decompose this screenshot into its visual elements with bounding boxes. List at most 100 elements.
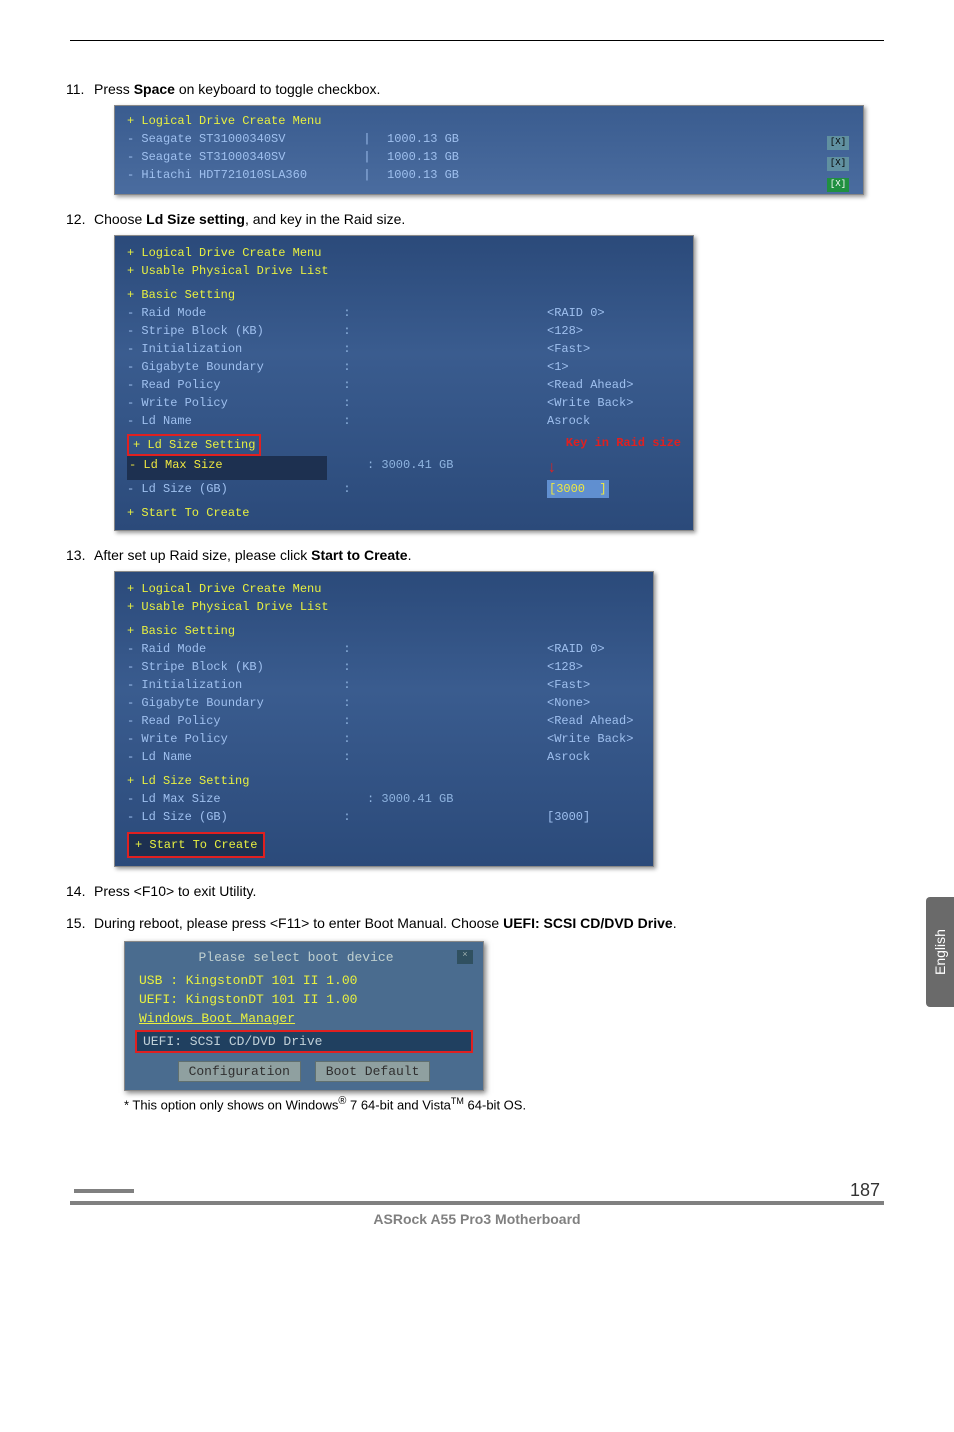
field-label: - Ld Size (GB) — [127, 808, 327, 826]
step-text: During reboot, please press <F11> to ent… — [94, 915, 677, 931]
colon: : — [327, 658, 367, 676]
step-text: Press <F10> to exit Utility. — [94, 883, 256, 899]
field-label: - Gigabyte Boundary — [127, 694, 327, 712]
field-label: - Initialization — [127, 676, 327, 694]
drive-size: 1000.13 GB — [387, 148, 517, 166]
ldsize-highlight: + Ld Size Setting — [127, 434, 261, 456]
checkbox-icon: [X] — [827, 136, 849, 150]
text: 64-bit OS. — [464, 1097, 526, 1112]
basic-title: + Basic Setting — [127, 622, 641, 640]
sep: | — [347, 166, 387, 184]
input-value: [3000 ] — [547, 480, 609, 498]
field-value: <128> — [547, 658, 583, 676]
configuration-button: Configuration — [178, 1061, 301, 1082]
boot-item: UEFI: KingstonDT 101 II 1.00 — [135, 990, 473, 1009]
footnote: * This option only shows on Windows® 7 6… — [124, 1095, 884, 1112]
field-value: <Read Ahead> — [547, 376, 633, 394]
field-label: - Raid Mode — [127, 640, 327, 658]
field-label: - Gigabyte Boundary — [127, 358, 327, 376]
bios-title: + Logical Drive Create Menu — [127, 112, 851, 130]
step-num: 14. — [66, 883, 85, 899]
colon: : — [327, 340, 367, 358]
sep: | — [347, 148, 387, 166]
field-label: - Raid Mode — [127, 304, 327, 322]
boot-item: USB : KingstonDT 101 II 1.00 — [135, 971, 473, 990]
colon: : — [327, 394, 367, 412]
step-num: 13. — [66, 547, 85, 563]
sep: | — [347, 130, 387, 148]
field-label: - Stripe Block (KB) — [127, 658, 327, 676]
drive-size: 1000.13 GB — [387, 130, 517, 148]
bios-screenshot-12: + Logical Drive Create Menu + Usable Phy… — [114, 235, 694, 531]
step-num: 15. — [66, 915, 85, 931]
field-label: - Read Policy — [127, 376, 327, 394]
field-label: - Write Policy — [127, 730, 327, 748]
field-value: <Read Ahead> — [547, 712, 633, 730]
boot-item-selected: UEFI: SCSI CD/DVD Drive — [135, 1030, 473, 1053]
field-value: <Write Back> — [547, 730, 633, 748]
colon: : — [327, 808, 367, 826]
colon: : — [327, 322, 367, 340]
drive-name: - Seagate ST31000340SV — [127, 130, 347, 148]
footer-title-text: ASRock A55 Pro3 Motherboard — [70, 1205, 884, 1227]
text-bold: Start to Create — [311, 547, 407, 563]
colon: : — [327, 694, 367, 712]
bios-sub: + Usable Physical Drive List — [127, 262, 681, 280]
start-create-highlight: + Start To Create — [127, 832, 265, 858]
field-value: <Fast> — [547, 676, 590, 694]
text: During reboot, please press <F11> to ent… — [94, 915, 503, 931]
title-text: Please select boot device — [198, 950, 393, 965]
text-bold: Space — [134, 81, 175, 97]
basic-title: + Basic Setting — [127, 286, 681, 304]
step-text: Choose Ld Size setting, and key in the R… — [94, 211, 405, 227]
dialog-title: Please select boot device × — [135, 950, 473, 965]
text: . — [408, 547, 412, 563]
steps-list: 11. Press Space on keyboard to toggle ch… — [70, 81, 884, 1112]
text: . — [673, 915, 677, 931]
arrow-down-icon: ↓ — [547, 456, 557, 480]
bracket: ] — [599, 482, 606, 496]
language-tab: English — [926, 897, 954, 1007]
step-text: Press Space on keyboard to toggle checkb… — [94, 81, 380, 97]
field-label: - Ld Name — [127, 412, 327, 430]
drive-size: 1000.13 GB — [387, 166, 517, 184]
bios-screenshot-13: + Logical Drive Create Menu + Usable Phy… — [114, 571, 654, 867]
field-label: - Initialization — [127, 340, 327, 358]
field-label: - Stripe Block (KB) — [127, 322, 327, 340]
text-bold: UEFI: SCSI CD/DVD Drive — [503, 915, 673, 931]
page-number: 187 — [820, 1180, 880, 1201]
checkbox-column: [X] [X] [X] — [827, 132, 849, 195]
field-label: - Ld Size (GB) — [127, 480, 327, 498]
tm-mark: TM — [451, 1096, 464, 1106]
field-value: <Write Back> — [547, 394, 633, 412]
text-bold: Ld Size setting — [146, 211, 245, 227]
annotation: Key in Raid size — [566, 434, 681, 456]
input-text: 3000 — [556, 482, 585, 496]
checkbox-icon: [X] — [827, 178, 849, 192]
colon: : — [327, 640, 367, 658]
step-15: 15. During reboot, please press <F11> to… — [94, 915, 884, 1112]
text: After set up Raid size, please click — [94, 547, 311, 563]
step-14: 14. Press <F10> to exit Utility. — [94, 883, 884, 899]
field-value: <RAID 0> — [547, 304, 605, 322]
bios-screenshot-11: + Logical Drive Create Menu - Seagate ST… — [114, 105, 864, 195]
start-create: + Start To Create — [127, 504, 681, 522]
field-value: : 3000.41 GB — [367, 790, 547, 808]
field-value: : 3000.41 GB — [367, 456, 547, 480]
colon: : — [327, 412, 367, 430]
colon: : — [327, 748, 367, 766]
field-label: - Ld Max Size — [127, 790, 327, 808]
dialog-buttons: Configuration Boot Default — [135, 1061, 473, 1082]
field-value: [3000] — [547, 808, 590, 826]
page-footer: 187 ASRock A55 Pro3 Motherboard — [70, 1172, 884, 1227]
step-num: 11. — [66, 81, 84, 97]
colon: : — [327, 676, 367, 694]
text: on keyboard to toggle checkbox. — [175, 81, 380, 97]
field-value: Asrock — [547, 412, 590, 430]
drive-name: - Seagate ST31000340SV — [127, 148, 347, 166]
field-label: - Ld Max Size — [127, 456, 327, 480]
step-num: 12. — [66, 211, 85, 227]
step-12: 12. Choose Ld Size setting, and key in t… — [94, 211, 884, 531]
field-value: <Fast> — [547, 340, 590, 358]
text: Choose — [94, 211, 146, 227]
